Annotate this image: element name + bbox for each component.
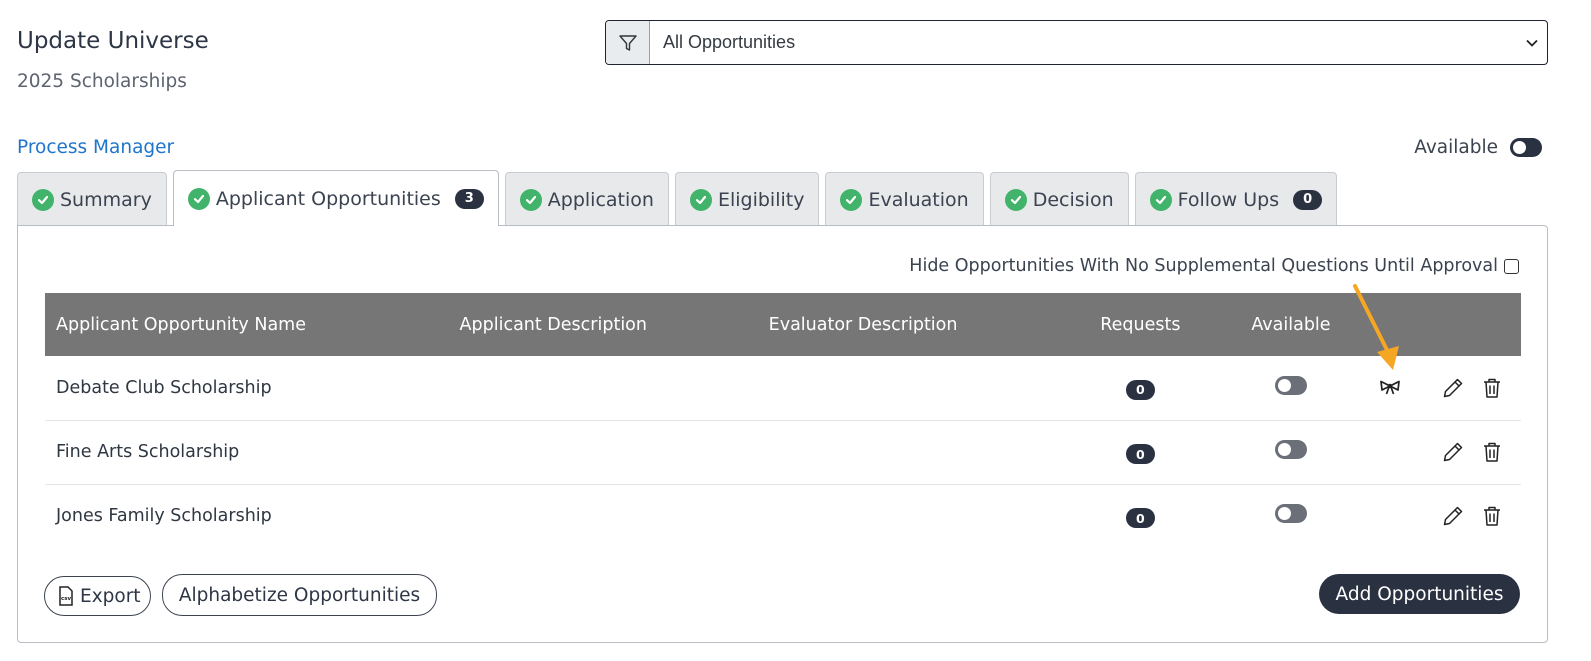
row-available-toggle[interactable] [1274,440,1307,459]
opportunity-name: Debate Club Scholarship [45,356,449,421]
tab-evaluation[interactable]: Evaluation [825,172,984,226]
applicant-description [449,484,758,548]
requests-cell: 0 [1065,420,1215,485]
trash-icon[interactable] [1482,505,1502,527]
tab-label: Application [547,188,654,211]
export-label: Export [80,585,141,607]
table-row: Debate Club Scholarship 0 [45,356,1521,421]
check-circle-icon [840,188,863,211]
tab-eligibility[interactable]: Eligibility [674,172,820,226]
tab-decision[interactable]: Decision [989,172,1129,226]
svg-text:csv: csv [61,596,72,602]
opportunity-name: Fine Arts Scholarship [45,420,449,485]
tab-count-badge: 3 [454,188,484,209]
pencil-icon[interactable] [1442,377,1464,399]
hide-opportunities-option: Hide Opportunities With No Supplemental … [909,256,1519,276]
pencil-icon[interactable] [1442,441,1464,463]
hide-opportunities-checkbox[interactable] [1504,258,1519,274]
actions-cell [1366,420,1521,485]
check-circle-icon [1149,188,1172,211]
table-row: Fine Arts Scholarship 0 [45,420,1521,485]
page-subtitle: 2025 Scholarships [17,71,187,92]
tab-application[interactable]: Application [504,172,669,226]
check-circle-icon [187,187,210,210]
tab-label: Summary [60,188,152,211]
evaluator-description [758,484,1066,548]
check-circle-icon [1004,188,1027,211]
award-ribbon-icon[interactable] [1378,379,1402,397]
column-header[interactable]: Applicant Opportunity Name [45,293,449,356]
process-manager-link[interactable]: Process Manager [17,137,174,158]
chevron-down-icon [1525,36,1539,50]
opportunity-filter: All Opportunities [605,20,1548,65]
available-toggle[interactable] [1510,138,1542,157]
available-label: Available [1414,137,1498,158]
opportunities-table: Applicant Opportunity Name Applicant Des… [45,293,1521,548]
add-opportunities-button[interactable]: Add Opportunities [1319,574,1520,614]
alphabetize-button[interactable]: Alphabetize Opportunities [162,574,437,616]
add-opportunities-label: Add Opportunities [1335,583,1504,605]
opportunity-name: Jones Family Scholarship [56,506,272,527]
column-header[interactable]: Applicant Description [448,293,758,356]
tab-applicant-opportunities[interactable]: Applicant Opportunities 3 [172,170,499,226]
applicant-description [448,420,758,485]
actions-cell [1367,484,1521,548]
check-circle-icon [689,188,712,211]
hide-opportunities-label: Hide Opportunities With No Supplemental … [909,256,1498,276]
requests-count-badge: 0 [1125,379,1155,400]
opportunity-select[interactable]: All Opportunities [650,21,1547,64]
evaluator-description [757,356,1066,421]
available-cell [1215,484,1367,548]
tab-label: Follow Ups [1177,188,1280,211]
tab-bar: Summary Applicant Opportunities 3 Applic… [17,170,1343,226]
page-title: Update Universe [17,28,209,54]
tab-label: Decision [1032,188,1114,211]
table-header-row: Applicant Opportunity Name Applicant Des… [45,293,1521,356]
requests-count-badge: 0 [1125,508,1155,529]
requests-cell: 0 [1066,484,1215,548]
annotation-arrow-icon [1353,284,1399,370]
tab-summary[interactable]: Summary [17,172,167,226]
tab-count-badge: 0 [1293,189,1323,210]
pencil-icon[interactable] [1442,505,1464,527]
filter-button[interactable] [606,21,650,64]
trash-icon[interactable] [1482,441,1502,463]
trash-icon[interactable] [1482,377,1502,399]
requests-count-badge: 0 [1125,444,1155,464]
check-circle-icon [32,188,54,211]
requests-cell: 0 [1065,356,1215,421]
tab-follow-ups[interactable]: Follow Ups 0 [1134,172,1338,226]
table-row: Jones Family Scholarship 0 [45,484,1521,548]
column-header[interactable]: Requests [1065,293,1215,356]
export-button[interactable]: csv Export [44,576,151,616]
applicant-description [448,356,758,421]
row-available-toggle[interactable] [1274,504,1307,524]
column-header[interactable]: Evaluator Description [757,293,1066,356]
tab-label: Eligibility [717,188,805,211]
csv-file-icon: csv [58,586,74,606]
filter-icon [618,33,638,53]
row-available-toggle[interactable] [1274,375,1307,395]
evaluator-description [757,420,1066,485]
opportunity-select-value: All Opportunities [663,32,796,52]
check-circle-icon [519,188,542,211]
tab-label: Applicant Opportunities [215,187,441,210]
alphabetize-label: Alphabetize Opportunities [178,584,421,606]
available-setting: Available [1414,137,1542,158]
available-cell [1214,420,1367,485]
tab-label: Evaluation [868,188,969,211]
